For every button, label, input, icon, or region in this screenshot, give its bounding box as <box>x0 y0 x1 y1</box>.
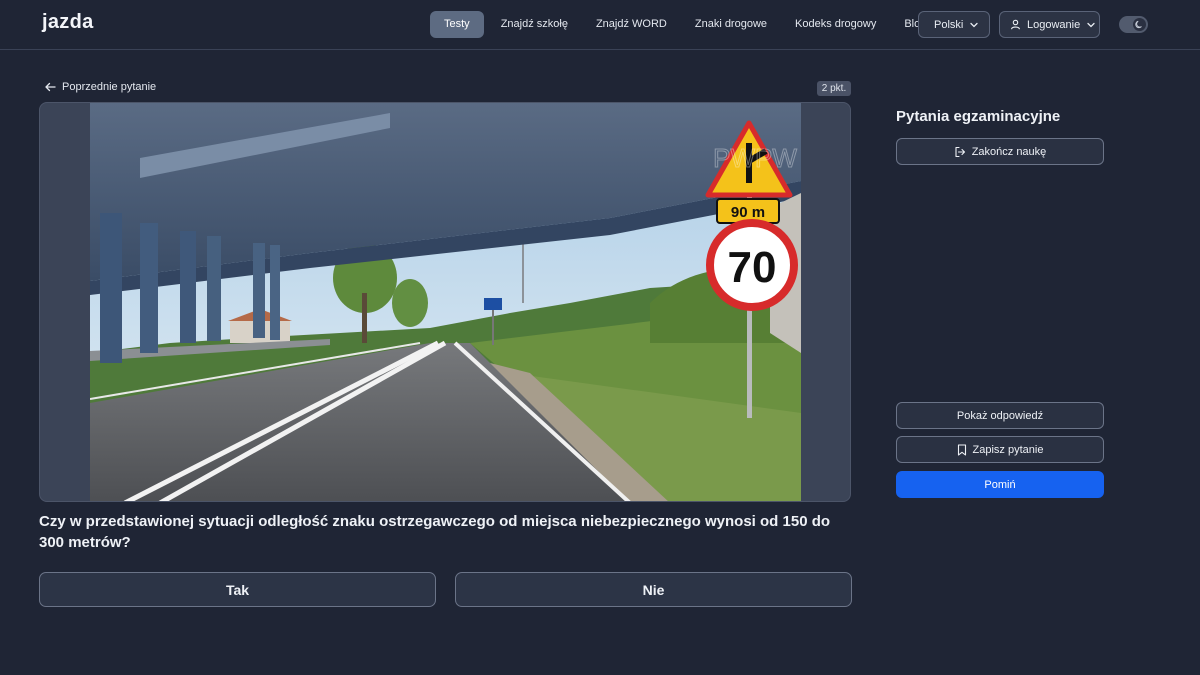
end-learning-label: Zakończ naukę <box>971 145 1047 158</box>
skip-label: Pomiń <box>984 478 1016 491</box>
nav-item-kodeks-drogowy[interactable]: Kodeks drogowy <box>781 11 890 38</box>
question-image: 90 m 70 PWPW <box>90 103 801 501</box>
sign-distance-text: 90 m <box>731 204 765 221</box>
top-navbar: jazda Testy Znajdź szkołę Znajdź WORD Zn… <box>0 0 1200 50</box>
theme-toggle[interactable] <box>1119 16 1148 33</box>
show-answer-label: Pokaż odpowiedź <box>956 409 1044 422</box>
previous-question-label: Poprzednie pytanie <box>62 81 157 93</box>
nav-item-testy[interactable]: Testy <box>430 11 484 38</box>
answer-no-button[interactable]: Nie <box>455 572 852 607</box>
user-icon <box>1010 19 1021 30</box>
language-label: Polski <box>934 18 964 31</box>
previous-question-link[interactable]: Poprzednie pytanie <box>44 81 156 93</box>
nav-item-znajdz-szkole[interactable]: Znajdź szkołę <box>487 11 582 38</box>
save-question-label: Zapisz pytanie <box>972 443 1044 456</box>
arrow-left-icon <box>44 82 56 92</box>
nav-item-znajdz-word[interactable]: Znajdź WORD <box>582 11 681 38</box>
logout-icon <box>954 146 966 158</box>
language-select[interactable]: Polski <box>918 11 990 38</box>
speed-limit-text: 70 <box>728 243 777 292</box>
chevron-down-icon <box>969 20 979 30</box>
skip-button[interactable]: Pomiń <box>896 471 1104 498</box>
answer-yes-button[interactable]: Tak <box>39 572 436 607</box>
save-question-button[interactable]: Zapisz pytanie <box>896 436 1104 463</box>
logo[interactable]: jazda <box>42 11 94 34</box>
login-label: Logowanie <box>1027 18 1081 31</box>
main-nav: Testy Znajdź szkołę Znajdź WORD Znaki dr… <box>430 11 940 38</box>
show-answer-button[interactable]: Pokaż odpowiedź <box>896 402 1104 429</box>
watermark-text: PWPW <box>713 143 797 173</box>
moon-icon <box>1133 18 1146 31</box>
nav-item-znaki-drogowe[interactable]: Znaki drogowe <box>681 11 781 38</box>
chevron-down-icon <box>1086 20 1096 30</box>
points-badge: 2 pkt. <box>817 81 851 96</box>
question-image-frame: 90 m 70 PWPW <box>39 102 851 502</box>
bookmark-icon <box>957 443 967 456</box>
question-text: Czy w przedstawionej sytuacji odległość … <box>39 513 831 551</box>
end-learning-button[interactable]: Zakończ naukę <box>896 138 1104 165</box>
login-button[interactable]: Logowanie <box>999 11 1100 38</box>
sidebar-title: Pytania egzaminacyjne <box>896 108 1061 125</box>
